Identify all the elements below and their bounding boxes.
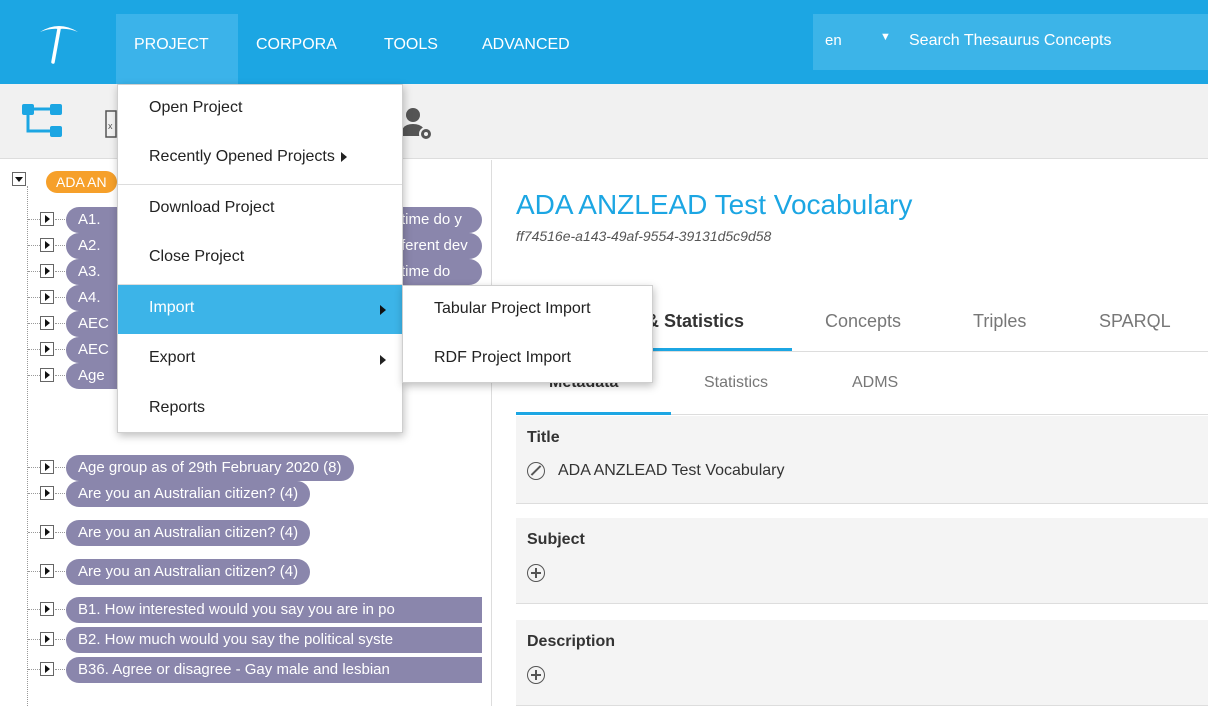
tab-metadata-statistics[interactable]: & Statistics (646, 311, 744, 332)
tree-node: B1. How interested would you say you are… (0, 597, 491, 623)
add-icon[interactable] (527, 564, 545, 582)
concept-label-tail: ferent dev (401, 237, 468, 254)
menu-item-label: Open Project (149, 99, 243, 116)
concept-chip[interactable]: Are you an Australian citizen? (4) (66, 520, 311, 546)
active-subtab-indicator (516, 412, 671, 415)
top-navigation-bar: PROJECT CORPORA TOOLS ADVANCED en ▼ (0, 0, 1208, 84)
concept-label: A3. (78, 263, 101, 280)
tab-concepts[interactable]: Concepts (825, 311, 901, 332)
concept-label-tail: time do y (401, 211, 462, 228)
expand-toggle-icon[interactable] (40, 290, 54, 304)
menu-item-label: Tabular Project Import (434, 300, 591, 317)
tree-node: Age group as of 29th February 2020 (8) (0, 455, 491, 481)
expand-toggle-icon[interactable] (40, 368, 54, 382)
tab-triples[interactable]: Triples (973, 311, 1026, 332)
document-icon[interactable]: x (104, 109, 118, 139)
concept-chip[interactable]: Are you an Australian citizen? (4) (66, 481, 311, 507)
add-icon[interactable] (527, 666, 545, 684)
menu-item-reports[interactable]: Reports (118, 385, 402, 434)
menu-item-label: Import (149, 299, 195, 316)
concept-label: A1. (78, 211, 101, 228)
expand-toggle-icon[interactable] (40, 342, 54, 356)
submenu-arrow-icon (380, 355, 386, 365)
concept-chip[interactable]: B36. Agree or disagree - Gay male and le… (66, 657, 482, 683)
property-subject: Subject (516, 518, 1208, 604)
expand-toggle-icon[interactable] (40, 564, 54, 578)
edit-icon[interactable] (527, 462, 545, 480)
menu-item-import[interactable]: Import (118, 285, 402, 334)
property-value: ADA ANZLEAD Test Vocabulary (558, 462, 785, 479)
submenu-arrow-icon (380, 305, 386, 315)
property-label: Subject (527, 531, 585, 548)
concept-label: AEC (78, 315, 109, 332)
tree-node: B2. How much would you say the political… (0, 627, 491, 653)
property-label: Description (527, 633, 616, 650)
expand-toggle-icon[interactable] (40, 212, 54, 226)
expand-toggle-icon[interactable] (40, 662, 54, 676)
property-label: Title (527, 429, 560, 446)
menu-item-tabular-import[interactable]: Tabular Project Import (403, 286, 652, 334)
expand-toggle-icon[interactable] (40, 525, 54, 539)
concept-label: Age (78, 367, 105, 384)
tree-node: Are you an Australian citizen? (4) (0, 559, 491, 585)
menu-item-label: Recently Opened Projects (149, 148, 347, 166)
search-bar: en ▼ (813, 14, 1208, 70)
tree-node: B36. Agree or disagree - Gay male and le… (0, 657, 491, 683)
concept-chip[interactable]: B2. How much would you say the political… (66, 627, 482, 653)
menu-advanced[interactable]: ADVANCED (482, 35, 570, 55)
subtab-statistics[interactable]: Statistics (704, 374, 768, 392)
concept-label: AEC (78, 341, 109, 358)
tree-root-chip[interactable]: ADA AN (46, 171, 117, 193)
submenu-arrow-icon (340, 151, 347, 162)
menu-item-rdf-import[interactable]: RDF Project Import (403, 335, 652, 383)
caret-down-icon[interactable]: ▼ (880, 31, 891, 43)
tree-node: Are you an Australian citizen? (4) (0, 481, 491, 507)
app-logo-icon[interactable] (34, 18, 84, 68)
expand-toggle-icon[interactable] (40, 632, 54, 646)
menu-item-label: Reports (149, 399, 206, 416)
project-menu-dropdown: Open Project Recently Opened Projects Do… (117, 84, 403, 433)
menu-item-close-project[interactable]: Close Project (118, 234, 402, 283)
property-description: Description (516, 620, 1208, 706)
menu-item-open-project[interactable]: Open Project (118, 85, 402, 134)
menu-item-text: Recently Opened Projects (149, 148, 335, 165)
expand-toggle-icon[interactable] (40, 264, 54, 278)
menu-item-label: Download Project (149, 199, 275, 216)
search-input[interactable] (909, 27, 1199, 55)
import-submenu: Tabular Project Import RDF Project Impor… (402, 285, 653, 383)
subtab-adms[interactable]: ADMS (852, 374, 898, 392)
menu-item-export[interactable]: Export (118, 335, 402, 384)
page-title: ADA ANZLEAD Test Vocabulary (516, 189, 913, 220)
menu-item-recently-opened[interactable]: Recently Opened Projects (118, 134, 402, 183)
property-title: Title ADA ANZLEAD Test Vocabulary (516, 416, 1208, 504)
menu-project[interactable]: PROJECT (134, 35, 209, 55)
concept-label: A2. (78, 237, 101, 254)
concept-tree-icon[interactable] (20, 98, 68, 144)
concept-chip[interactable]: Are you an Australian citizen? (4) (66, 559, 311, 585)
menu-tools[interactable]: TOOLS (384, 35, 438, 55)
expand-toggle-icon[interactable] (40, 316, 54, 330)
language-selector[interactable]: en (825, 32, 842, 49)
menu-item-label: Export (149, 349, 196, 366)
project-detail-panel: ADA ANZLEAD Test Vocabulary ff74516e-a14… (493, 160, 1208, 706)
concept-label-tail: time do (401, 263, 451, 280)
menu-item-label: RDF Project Import (434, 349, 571, 366)
project-id: ff74516e-a143-49af-9554-39131d5c9d58 (516, 228, 772, 244)
expand-toggle-icon[interactable] (40, 238, 54, 252)
expand-toggle-icon[interactable] (40, 486, 54, 500)
tab-sparql[interactable]: SPARQL (1099, 311, 1171, 332)
menu-item-label: Close Project (149, 248, 245, 265)
user-settings-icon[interactable] (399, 106, 435, 142)
concept-label: A4. (78, 289, 101, 306)
tree-node: Are you an Australian citizen? (4) (0, 520, 491, 546)
menu-corpora[interactable]: CORPORA (256, 35, 337, 55)
concept-chip[interactable]: B1. How interested would you say you are… (66, 597, 482, 623)
expand-toggle-icon[interactable] (40, 460, 54, 474)
collapse-toggle-icon[interactable] (12, 172, 26, 186)
menu-item-download-project[interactable]: Download Project (118, 185, 402, 234)
expand-toggle-icon[interactable] (40, 602, 54, 616)
concept-chip[interactable]: Age group as of 29th February 2020 (8) (66, 455, 354, 481)
svg-text:x: x (108, 121, 113, 131)
